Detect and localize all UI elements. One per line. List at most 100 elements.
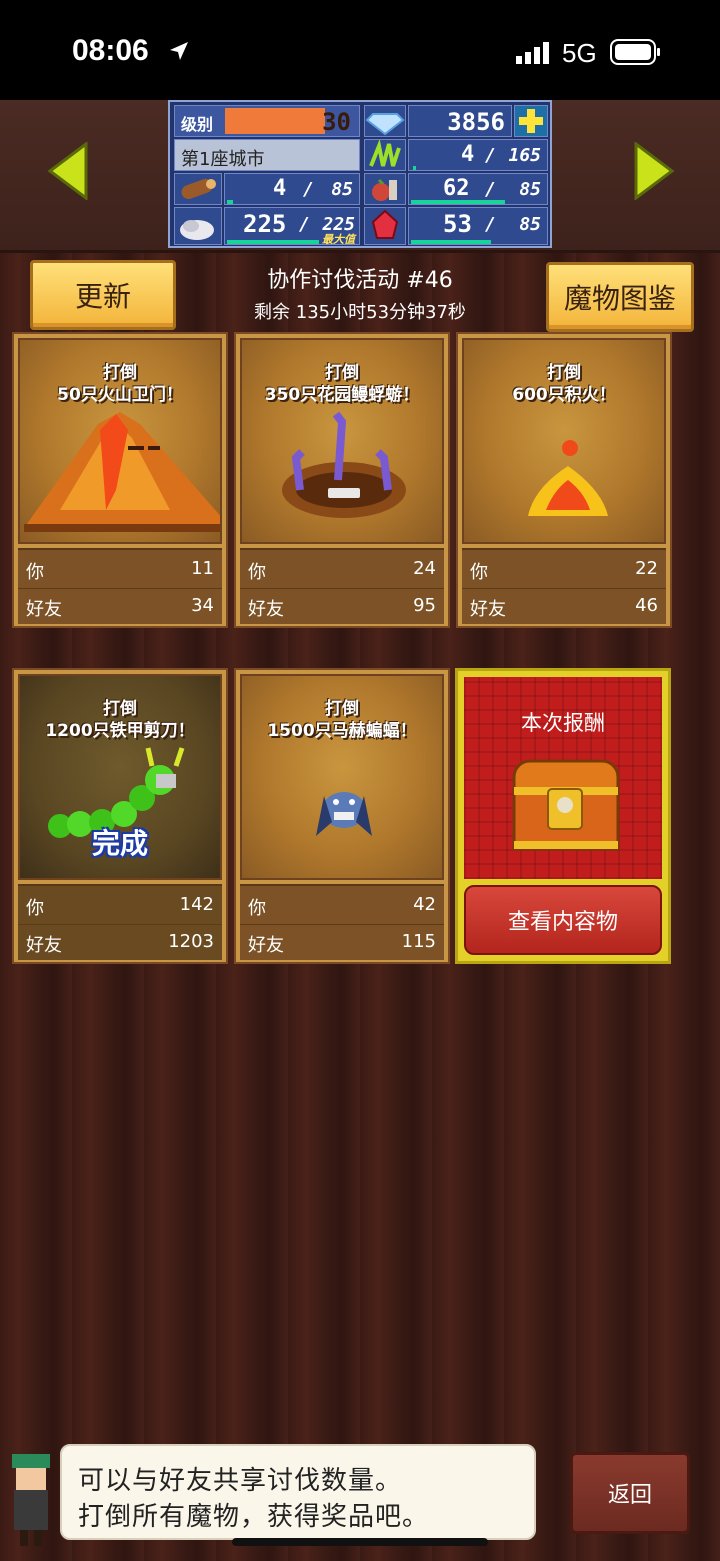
you-count: 11 bbox=[191, 558, 214, 579]
ruby-max: 85 bbox=[519, 214, 541, 235]
card-stats: 你 24 好友 95 bbox=[240, 548, 444, 624]
plus-icon bbox=[519, 109, 543, 133]
message-line-1: 可以与好友共享讨伐数量。 bbox=[78, 1466, 403, 1496]
log-icon bbox=[181, 178, 216, 200]
card-art: 打倒 1500只马赫蝙蝠！ bbox=[240, 674, 444, 880]
view-contents-button[interactable]: 查看内容物 bbox=[464, 885, 662, 955]
ruby-value: 53 bbox=[443, 210, 472, 238]
food-max: 85 bbox=[519, 179, 541, 200]
update-button[interactable]: 更新 bbox=[30, 260, 176, 330]
wood-max: 85 bbox=[331, 179, 353, 200]
signal-icon bbox=[516, 42, 549, 64]
city-name-cell: 第1座城市 bbox=[174, 139, 360, 171]
location-arrow-icon bbox=[170, 42, 188, 60]
res1-sep: / bbox=[485, 145, 496, 166]
ruby-cell: 53 / 85 bbox=[408, 207, 548, 245]
food-value: 62 bbox=[443, 176, 470, 201]
res1-max: 165 bbox=[508, 145, 541, 166]
card-target-text: 打倒 1200只铁甲剪刀！ bbox=[45, 699, 195, 741]
card-target-text: 打倒 50只火山卫门！ bbox=[57, 363, 183, 405]
quest-card-garden-eel[interactable]: 打倒 350只花园鳗蜉蝣！ 你 24 好友 95 bbox=[234, 332, 450, 628]
event-remaining-time: 剩余 135小时53分钟37秒 bbox=[254, 302, 466, 323]
ruby-icon bbox=[371, 209, 399, 239]
level-cell: 级别 30 bbox=[174, 105, 360, 137]
wood-icon-cell bbox=[174, 173, 222, 205]
card-art: 打倒 600只积火！ bbox=[462, 338, 666, 544]
you-count: 22 bbox=[635, 558, 658, 579]
you-label: 你 bbox=[248, 562, 266, 583]
food-icon-cell bbox=[364, 173, 406, 205]
quest-card-volcano[interactable]: 打倒 50只火山卫门！ 你 11 好友 34 bbox=[12, 332, 228, 628]
gems-cell: 3856 bbox=[408, 105, 512, 137]
friend-label: 好友 bbox=[248, 599, 284, 620]
friend-count: 95 bbox=[413, 595, 436, 616]
res1-cell: 4 / 165 bbox=[408, 139, 548, 171]
you-count: 42 bbox=[413, 894, 436, 915]
card-target-text: 打倒 600只积火！ bbox=[512, 363, 616, 405]
quest-card-mach-bat[interactable]: 打倒 1500只马赫蝙蝠！ 你 42 好友 115 bbox=[234, 668, 450, 964]
resource-panel: 级别 30 3856 第1座城市 4 / 165 4 / 85 62 / 85 … bbox=[168, 100, 552, 248]
friend-count: 46 bbox=[635, 595, 658, 616]
friend-count: 34 bbox=[191, 595, 214, 616]
event-title: 协作讨伐活动 #46 bbox=[267, 268, 453, 293]
diamond-icon bbox=[365, 113, 405, 136]
card-stats: 你 142 好友 1203 bbox=[18, 884, 222, 960]
stone-cell: 225 / 225 最大值 bbox=[224, 207, 360, 246]
level-label: 级别 bbox=[181, 115, 214, 134]
wood-sep: / bbox=[303, 179, 314, 200]
add-gems-button[interactable] bbox=[514, 105, 548, 137]
friend-label: 好友 bbox=[26, 935, 62, 956]
res1-value: 4 bbox=[461, 142, 475, 167]
monster-dex-button[interactable]: 魔物图鉴 bbox=[546, 262, 694, 332]
card-art: 打倒 350只花园鳗蜉蝣！ bbox=[240, 338, 444, 544]
friend-label: 好友 bbox=[470, 599, 506, 620]
back-button[interactable]: 返回 bbox=[570, 1452, 690, 1534]
friend-count: 1203 bbox=[168, 931, 214, 952]
card-stats: 你 22 好友 46 bbox=[462, 548, 666, 624]
card-target-text: 打倒 1500只马赫蝙蝠！ bbox=[267, 699, 417, 741]
food-icon bbox=[372, 178, 397, 201]
card-art: 打倒 50只火山卫门！ bbox=[18, 338, 222, 544]
you-count: 142 bbox=[179, 894, 214, 915]
card-stats: 你 42 好友 115 bbox=[240, 884, 444, 960]
next-city-arrow-icon[interactable] bbox=[632, 142, 676, 200]
level-value: 30 bbox=[322, 108, 351, 136]
food-cell: 62 / 85 bbox=[408, 173, 548, 205]
wood-cell: 4 / 85 bbox=[224, 173, 360, 205]
card-art: 打倒 1200只铁甲剪刀！ 完成 bbox=[18, 674, 222, 880]
stone-max-label: 最大值 bbox=[322, 233, 355, 246]
stone-value: 225 bbox=[243, 210, 287, 238]
message-line-2: 打倒所有魔物，获得奖品吧。 bbox=[78, 1502, 430, 1532]
grass-icon bbox=[369, 139, 401, 167]
friend-label: 好友 bbox=[248, 935, 284, 956]
stone-icon-cell bbox=[174, 207, 222, 245]
advisor-avatar bbox=[12, 1454, 50, 1546]
prev-city-arrow-icon[interactable] bbox=[46, 142, 90, 200]
completed-label: 完成 bbox=[91, 827, 148, 860]
ruby-sep: / bbox=[485, 214, 496, 235]
friend-label: 好友 bbox=[26, 599, 62, 620]
reward-panel: 本次报酬 bbox=[464, 677, 662, 879]
city-name: 第1座城市 bbox=[181, 149, 265, 170]
food-sep: / bbox=[485, 179, 496, 200]
battery-icon bbox=[610, 39, 660, 65]
gem-icon-cell bbox=[364, 105, 406, 137]
you-label: 你 bbox=[470, 562, 488, 583]
stone-sep: / bbox=[299, 214, 310, 235]
you-label: 你 bbox=[26, 562, 44, 583]
card-target-text: 打倒 350只花园鳗蜉蝣！ bbox=[264, 363, 420, 405]
network-type: 5G bbox=[562, 38, 597, 68]
treasure-chest-icon bbox=[512, 759, 620, 851]
stone-icon bbox=[180, 220, 214, 240]
you-label: 你 bbox=[26, 898, 44, 919]
gems-value: 3856 bbox=[447, 108, 505, 136]
you-count: 24 bbox=[413, 558, 436, 579]
home-indicator bbox=[232, 1538, 488, 1546]
friend-count: 115 bbox=[401, 931, 436, 952]
clock: 08:06 bbox=[72, 34, 149, 67]
ruby-icon-cell bbox=[364, 207, 406, 245]
reward-card: 本次报酬 查看内容物 bbox=[455, 668, 671, 964]
quest-card-iron-scissors[interactable]: 打倒 1200只铁甲剪刀！ 完成 你 142 好友 1203 bbox=[12, 668, 228, 964]
wood-value: 4 bbox=[273, 176, 287, 201]
quest-card-fire[interactable]: 打倒 600只积火！ 你 22 好友 46 bbox=[456, 332, 672, 628]
